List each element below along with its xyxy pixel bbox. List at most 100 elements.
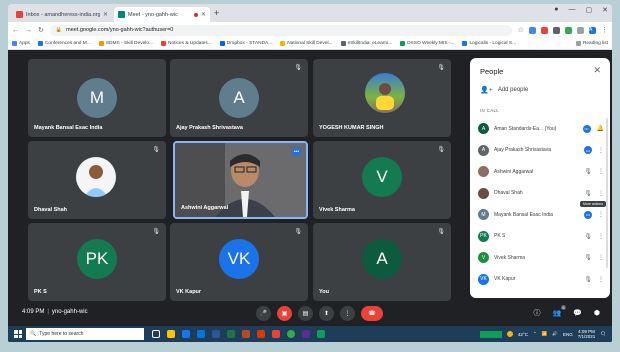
bookmark-item[interactable]: National Skill Devel...: [280, 41, 333, 46]
chrome-icon[interactable]: [287, 330, 295, 338]
notifications-icon[interactable]: 🗨: [600, 331, 606, 337]
volume-icon[interactable]: 🔊: [552, 331, 558, 337]
more-options-button[interactable]: ⋮: [340, 306, 355, 321]
app-icon[interactable]: [272, 330, 280, 338]
tab-inbox[interactable]: Inbox - amandheress-india.org - ✕: [12, 7, 112, 22]
list-item[interactable]: M Mayank Bansal Esac India ••• ⋮: [478, 204, 604, 226]
app-icon[interactable]: [227, 330, 235, 338]
reload-icon[interactable]: ↻: [38, 26, 44, 34]
list-item[interactable]: A Aman Standards-Ea... (You) ••• 🔔: [478, 118, 604, 140]
participant-tile-self[interactable]: 🎙 A You: [313, 223, 451, 301]
mic-off-icon[interactable]: 🎙: [584, 168, 592, 175]
mic-off-icon[interactable]: 🎙: [584, 254, 592, 261]
participant-tile[interactable]: 🎙 PK PK S: [28, 223, 166, 301]
chat-icon[interactable]: 💬: [573, 309, 582, 317]
app-icon[interactable]: [197, 330, 205, 338]
bookmark-item[interactable]: Logicalis - Logical S...: [462, 41, 516, 46]
list-item[interactable]: Ashwini Aggarwal 🎙 ⋮: [478, 161, 604, 183]
app-icon[interactable]: [317, 330, 325, 338]
tab-meet[interactable]: Meet - yno-gahh-wic ✕: [114, 7, 210, 22]
windows-start-icon[interactable]: [12, 328, 24, 340]
weather-icon[interactable]: [506, 331, 513, 337]
captions-button[interactable]: ▤: [298, 306, 313, 321]
star-icon[interactable]: ☆: [518, 26, 524, 34]
participant-tile[interactable]: 🎙 Dhaval Shah: [28, 141, 166, 219]
url-field[interactable]: 🔒 meet.google.com/yno-gahh-wic?authuser=…: [49, 24, 512, 36]
avatar: A: [478, 144, 489, 156]
temperature[interactable]: 42°C: [518, 332, 528, 337]
mic-off-icon[interactable]: 🎙: [584, 233, 592, 240]
participant-tile[interactable]: 🎙 YOGESH KUMAR SINGH: [313, 59, 451, 137]
list-item[interactable]: Dhaval Shah 🎙 ⋮ More actions: [478, 183, 606, 207]
new-tab-icon[interactable]: +: [214, 8, 219, 18]
leave-call-button[interactable]: ☎: [361, 306, 383, 321]
more-options-icon[interactable]: ⋮: [598, 168, 604, 175]
forward-icon[interactable]: →: [25, 27, 32, 34]
app-icon[interactable]: [302, 330, 310, 338]
more-options-icon[interactable]: ⋮: [598, 276, 604, 283]
bookmark-item[interactable]: Notices & Updates...: [161, 41, 212, 46]
puzzle-icon[interactable]: [577, 26, 584, 34]
participant-tile[interactable]: 🎙 V Vivek Sharma: [313, 141, 451, 219]
list-item[interactable]: VK VK Kapur 🎙 ⋮: [478, 269, 604, 291]
close-icon[interactable]: ✕: [593, 65, 601, 76]
bookmark-item[interactable]: Dropbox - STANDA...: [219, 41, 272, 46]
close-icon[interactable]: ✕: [201, 11, 206, 18]
activities-icon[interactable]: ⬢: [594, 309, 600, 317]
participant-tile[interactable]: 🎙 A Ajay Prakash Shrivastava: [170, 59, 308, 137]
extension-icon[interactable]: [565, 26, 572, 34]
list-item[interactable]: PK PK S 🎙 ⋮: [478, 226, 604, 248]
extension-icon[interactable]: [553, 26, 560, 34]
profile-dot-icon[interactable]: ●: [554, 6, 558, 14]
taskbar-search-input[interactable]: 🔍 Type here to search: [26, 328, 144, 340]
close-icon[interactable]: ✕: [103, 11, 108, 18]
present-button[interactable]: ⬆: [319, 306, 334, 321]
app-icon[interactable]: [257, 330, 265, 338]
participant-tile[interactable]: M Mayank Bansal Esac India: [28, 59, 166, 137]
tray-arrow-icon[interactable]: ⌃: [533, 331, 537, 337]
more-options-icon[interactable]: ⋮: [598, 211, 604, 218]
people-button[interactable]: 👥 6: [552, 305, 567, 317]
mic-off-icon[interactable]: 🎙: [584, 190, 592, 197]
mic-off-icon[interactable]: 🎙: [584, 276, 592, 283]
clock[interactable]: 4:09 PM 7/1/2021: [578, 329, 596, 339]
more-options-icon[interactable]: ⋮: [598, 233, 604, 240]
more-options-icon[interactable]: ⋮: [598, 190, 604, 197]
maximize-icon[interactable]: ▢: [586, 6, 593, 14]
menu-icon[interactable]: ⋮: [601, 26, 608, 34]
add-people-button[interactable]: 👤+ Add people: [480, 86, 528, 94]
bookmark-item[interactable]: Conferences and M...: [37, 41, 91, 46]
info-icon[interactable]: ⓘ: [533, 308, 540, 318]
extension-icon[interactable]: [529, 26, 536, 34]
microphone-button[interactable]: 🎤: [256, 306, 271, 321]
app-icon[interactable]: [182, 330, 190, 338]
list-item[interactable]: V Vivek Sharma 🎙 ⋮: [478, 247, 604, 269]
bookmark-item[interactable]: DSSO Weekly MIS -...: [400, 41, 454, 46]
camera-off-button[interactable]: ▣: [277, 306, 292, 321]
network-icon[interactable]: 📶: [542, 331, 548, 337]
close-window-icon[interactable]: ✕: [602, 6, 608, 14]
pin-icon[interactable]: 🔔: [597, 125, 604, 132]
more-options-icon[interactable]: ⋮: [598, 147, 604, 154]
minimize-icon[interactable]: —: [569, 6, 576, 14]
task-view-icon[interactable]: [152, 330, 160, 338]
participant-tile-active[interactable]: ••• Ashwini Aggarwal: [173, 141, 308, 219]
notification-app-icon[interactable]: [479, 330, 502, 338]
app-icon[interactable]: [212, 330, 220, 338]
list-item[interactable]: A Ajay Prakash Shrivastava ••• ⋮: [478, 140, 604, 162]
language-indicator[interactable]: ENG: [563, 332, 573, 337]
reading-list[interactable]: Reading list: [575, 41, 608, 46]
app-icon[interactable]: [167, 330, 175, 338]
avatar-photo: [478, 187, 489, 199]
bookmark-apps[interactable]: Apps: [12, 41, 30, 46]
more-options-icon[interactable]: ⋮: [598, 254, 604, 261]
bookmark-item[interactable]: eSkillIndia: eLearni...: [340, 41, 392, 46]
scrollbar[interactable]: [606, 118, 608, 268]
participant-tile[interactable]: 🎙 VK VK Kapur: [170, 223, 308, 301]
extension-icon[interactable]: [541, 26, 548, 34]
bookmark-item[interactable]: SDMS - Skill Develo...: [98, 41, 153, 46]
profile-avatar[interactable]: A: [589, 26, 596, 34]
app-icon[interactable]: [242, 330, 250, 338]
back-icon[interactable]: ←: [12, 27, 19, 34]
bookmark-label: Notices & Updates...: [168, 41, 212, 46]
